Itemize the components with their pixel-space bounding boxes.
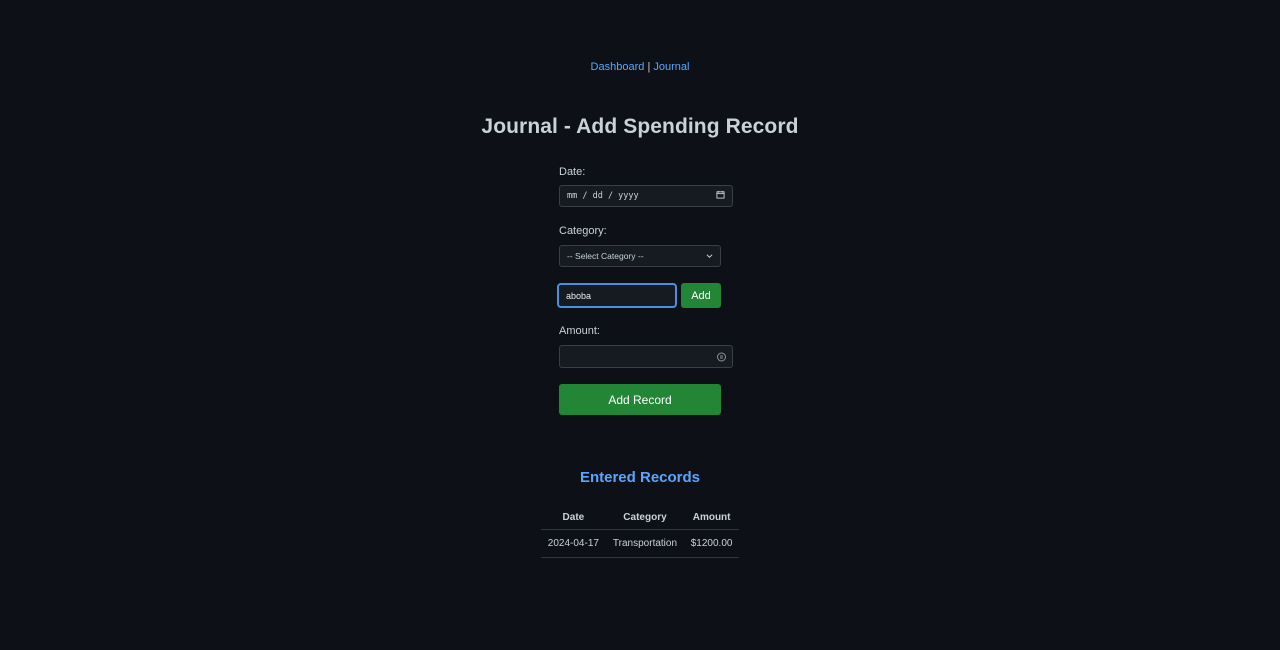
cell-category: Transportation: [605, 529, 685, 558]
add-category-button[interactable]: Add: [681, 283, 721, 308]
nav-separator: |: [647, 61, 651, 73]
date-placeholder: mm / dd / yyyy: [567, 191, 639, 201]
table-row: 2024-04-17 Transportation $1200.00: [541, 529, 739, 558]
amount-label: Amount:: [559, 325, 600, 337]
date-input[interactable]: mm / dd / yyyy: [559, 185, 733, 207]
nav-link-journal[interactable]: Journal: [653, 61, 689, 73]
column-header-amount: Amount: [684, 505, 739, 530]
records-table: Date Category Amount 2024-04-17 Transpor…: [541, 505, 739, 558]
page-title: Journal - Add Spending Record: [481, 115, 799, 138]
add-record-button[interactable]: Add Record: [559, 384, 721, 415]
new-category-input[interactable]: aboba: [557, 283, 677, 308]
new-category-value: aboba: [566, 290, 592, 301]
records-title: Entered Records: [579, 469, 701, 486]
category-select[interactable]: -- Select Category --: [559, 245, 721, 267]
date-label: Date:: [559, 166, 586, 178]
amount-input[interactable]: [559, 345, 733, 368]
column-header-date: Date: [541, 505, 606, 530]
category-selected-value: -- Select Category --: [567, 251, 644, 261]
cell-date: 2024-04-17: [541, 529, 606, 558]
chevron-down-icon: [706, 252, 713, 261]
number-stepper-icon[interactable]: [717, 352, 726, 361]
calendar-icon[interactable]: [716, 190, 725, 202]
top-nav: Dashboard | Journal: [0, 61, 1280, 73]
table-header-row: Date Category Amount: [541, 505, 739, 530]
column-header-category: Category: [605, 505, 685, 530]
journal-page: Dashboard | Journal Journal - Add Spendi…: [0, 0, 1280, 650]
category-label: Category:: [559, 225, 607, 237]
nav-link-dashboard[interactable]: Dashboard: [591, 61, 645, 73]
cell-amount: $1200.00: [684, 529, 739, 558]
